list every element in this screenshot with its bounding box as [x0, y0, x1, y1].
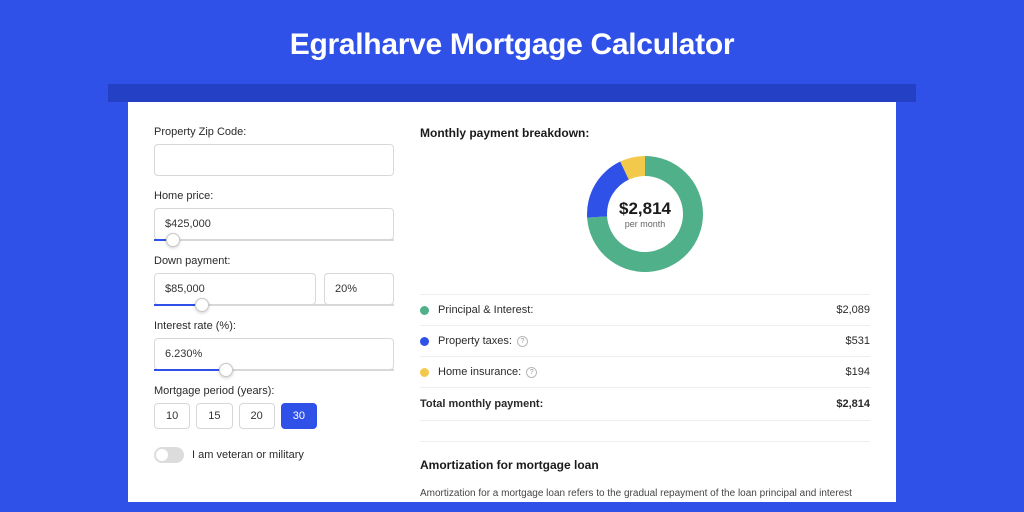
legend-row-1: Property taxes:?$531	[420, 326, 870, 357]
donut-amount: $2,814	[619, 199, 671, 219]
home-price-field: Home price:	[154, 190, 394, 241]
period-btn-20[interactable]: 20	[239, 403, 275, 429]
amortization-title: Amortization for mortgage loan	[420, 458, 870, 472]
legend-label: Property taxes:?	[438, 335, 846, 347]
inputs-panel: Property Zip Code: Home price: Down paym…	[154, 126, 394, 502]
legend-dot	[420, 306, 429, 315]
period-button-group: 1015 2030	[154, 403, 394, 429]
veteran-row: I am veteran or military	[154, 447, 394, 463]
zip-label: Property Zip Code:	[154, 126, 394, 138]
page-title: Egralharve Mortgage Calculator	[0, 28, 1024, 62]
slider-thumb[interactable]	[195, 298, 209, 312]
legend-row-2: Home insurance:?$194	[420, 357, 870, 388]
slider-thumb[interactable]	[166, 233, 180, 247]
legend: Principal & Interest:$2,089Property taxe…	[420, 294, 870, 388]
slider-thumb[interactable]	[219, 363, 233, 377]
home-price-label: Home price:	[154, 190, 394, 202]
breakdown-panel: Monthly payment breakdown: $2,814 per mo…	[420, 126, 870, 502]
page-header: Egralharve Mortgage Calculator	[0, 0, 1024, 84]
amortization-text: Amortization for a mortgage loan refers …	[420, 486, 870, 502]
zip-field: Property Zip Code:	[154, 126, 394, 176]
period-btn-30[interactable]: 30	[281, 403, 317, 429]
interest-label: Interest rate (%):	[154, 320, 394, 332]
zip-input[interactable]	[154, 144, 394, 176]
period-field: Mortgage period (years): 1015 2030	[154, 385, 394, 429]
legend-label: Principal & Interest:	[438, 304, 836, 316]
total-value: $2,814	[836, 398, 870, 410]
down-payment-label: Down payment:	[154, 255, 394, 267]
interest-input[interactable]	[154, 338, 394, 370]
down-payment-slider[interactable]	[154, 304, 394, 306]
legend-row-0: Principal & Interest:$2,089	[420, 294, 870, 326]
legend-value: $2,089	[836, 304, 870, 316]
donut-center: $2,814 per month	[585, 154, 705, 274]
amortization-section: Amortization for mortgage loan Amortizat…	[420, 441, 870, 502]
total-row: Total monthly payment: $2,814	[420, 388, 870, 421]
donut-chart: $2,814 per month	[585, 154, 705, 274]
down-payment-pct-input[interactable]	[324, 273, 394, 305]
legend-dot	[420, 368, 429, 377]
down-payment-input[interactable]	[154, 273, 316, 305]
legend-dot	[420, 337, 429, 346]
interest-slider[interactable]	[154, 369, 394, 371]
breakdown-title: Monthly payment breakdown:	[420, 126, 870, 140]
card-shadow	[108, 84, 916, 102]
help-icon[interactable]: ?	[517, 336, 528, 347]
veteran-label: I am veteran or military	[192, 449, 304, 461]
calculator-card: Property Zip Code: Home price: Down paym…	[128, 102, 896, 502]
home-price-slider[interactable]	[154, 239, 394, 241]
interest-field: Interest rate (%):	[154, 320, 394, 371]
help-icon[interactable]: ?	[526, 367, 537, 378]
total-label: Total monthly payment:	[420, 398, 836, 410]
legend-value: $531	[846, 335, 870, 347]
legend-value: $194	[846, 366, 870, 378]
period-btn-15[interactable]: 15	[196, 403, 232, 429]
down-payment-field: Down payment:	[154, 255, 394, 306]
donut-chart-container: $2,814 per month	[420, 154, 870, 274]
legend-label: Home insurance:?	[438, 366, 846, 378]
home-price-input[interactable]	[154, 208, 394, 240]
toggle-knob	[156, 449, 168, 461]
period-btn-10[interactable]: 10	[154, 403, 190, 429]
period-label: Mortgage period (years):	[154, 385, 394, 397]
donut-sub: per month	[625, 219, 666, 229]
veteran-toggle[interactable]	[154, 447, 184, 463]
